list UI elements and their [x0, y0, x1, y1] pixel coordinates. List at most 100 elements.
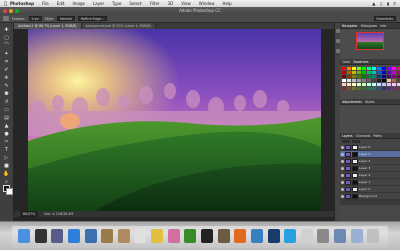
- feather-input[interactable]: 0 px: [28, 16, 42, 21]
- menu-file[interactable]: File: [42, 1, 49, 6]
- color-swatch[interactable]: [367, 87, 371, 90]
- menu-window[interactable]: Window: [199, 1, 215, 6]
- color-swatch[interactable]: [352, 71, 356, 74]
- color-swatch[interactable]: [342, 83, 346, 86]
- marquee-preset-icon[interactable]: [3, 16, 9, 21]
- opacity-input[interactable]: [352, 140, 360, 143]
- chrome-icon[interactable]: [300, 229, 313, 243]
- layer-row[interactable]: Background: [340, 193, 400, 200]
- color-swatch[interactable]: [347, 83, 351, 86]
- color-swatch[interactable]: [347, 75, 351, 78]
- documents-icon[interactable]: [350, 229, 363, 243]
- color-swatch[interactable]: [372, 79, 376, 82]
- visibility-eye-icon[interactable]: [341, 166, 344, 170]
- visibility-eye-icon[interactable]: [341, 173, 344, 177]
- workspace-select[interactable]: Essentials: [373, 16, 396, 21]
- menu-view[interactable]: View: [181, 1, 191, 6]
- layer-row[interactable]: Layer 1: [340, 179, 400, 186]
- color-swatch[interactable]: [362, 87, 366, 90]
- layer-mask-thumbnail[interactable]: [352, 165, 358, 171]
- menu-layer[interactable]: Layer: [93, 1, 104, 6]
- marquee-tool-icon[interactable]: ▢: [3, 35, 11, 41]
- spotlight-icon[interactable]: ⚲: [393, 1, 396, 6]
- visibility-eye-icon[interactable]: [341, 194, 344, 198]
- color-swatch[interactable]: [377, 67, 381, 70]
- menu-filter[interactable]: Filter: [150, 1, 160, 6]
- clone-stamp-tool-icon[interactable]: ⚉: [3, 91, 11, 97]
- spot-heal-tool-icon[interactable]: ✜: [3, 75, 11, 81]
- color-swatch[interactable]: [357, 67, 361, 70]
- menu-type[interactable]: Type: [112, 1, 121, 6]
- layer-mask-thumbnail[interactable]: [352, 158, 358, 164]
- downloads-icon[interactable]: [334, 229, 347, 243]
- layer-row[interactable]: Layer 6: [340, 144, 400, 151]
- menu-select[interactable]: Select: [129, 1, 141, 6]
- layer-mask-thumbnail[interactable]: [352, 179, 358, 185]
- move-tool-icon[interactable]: ✚: [3, 27, 11, 33]
- layer-row[interactable]: Layer 0: [340, 186, 400, 193]
- color-swatch[interactable]: [362, 67, 366, 70]
- color-swatch[interactable]: [377, 75, 381, 78]
- color-swatch[interactable]: [352, 87, 356, 90]
- character-panel-icon[interactable]: [335, 49, 340, 53]
- color-swatch[interactable]: [342, 87, 346, 90]
- system-prefs-icon[interactable]: [317, 229, 330, 243]
- color-swatch[interactable]: [367, 75, 371, 78]
- color-swatch[interactable]: [342, 67, 346, 70]
- crop-tool-icon[interactable]: ⌗: [3, 59, 11, 65]
- color-swatch[interactable]: [367, 79, 371, 82]
- dashboard-icon[interactable]: [34, 229, 47, 243]
- color-swatch[interactable]: [387, 87, 391, 90]
- menu-3d[interactable]: 3D: [168, 1, 174, 6]
- tab-layers[interactable]: Layers: [342, 134, 353, 138]
- color-swatch[interactable]: [367, 71, 371, 74]
- eraser-tool-icon[interactable]: ▭: [3, 107, 11, 113]
- tab-adjustments[interactable]: Adjustments: [342, 100, 362, 104]
- battery-icon[interactable]: ▮: [387, 1, 389, 6]
- layer-row[interactable]: Layer 2: [340, 172, 400, 179]
- color-swatch[interactable]: [382, 87, 386, 90]
- color-swatch[interactable]: [387, 71, 391, 74]
- color-swatch[interactable]: [362, 83, 366, 86]
- color-swatch[interactable]: [392, 67, 396, 70]
- tab-color[interactable]: Color: [342, 60, 350, 64]
- color-swatch[interactable]: [387, 67, 391, 70]
- type-tool-icon[interactable]: T: [3, 147, 11, 153]
- color-swatch[interactable]: [392, 71, 396, 74]
- history-panel-icon[interactable]: [335, 29, 340, 33]
- color-swatch[interactable]: [372, 67, 376, 70]
- pen-tool-icon[interactable]: ✑: [3, 139, 11, 145]
- layer-row[interactable]: Layer 4: [340, 158, 400, 165]
- document-canvas[interactable]: [28, 29, 321, 215]
- lasso-tool-icon[interactable]: ⌒: [3, 43, 11, 49]
- layer-mask-thumbnail[interactable]: [352, 144, 358, 150]
- minimize-icon[interactable]: [9, 9, 13, 13]
- tab-histogram[interactable]: Histogram: [361, 24, 378, 28]
- color-swatch[interactable]: [392, 83, 396, 86]
- tab-swatches[interactable]: Swatches: [353, 60, 368, 64]
- color-swatch[interactable]: [387, 79, 391, 82]
- dodge-tool-icon[interactable]: ●: [3, 131, 11, 137]
- zoom-icon[interactable]: [15, 9, 19, 13]
- menu-photoshop[interactable]: Photoshop: [10, 1, 34, 6]
- color-swatch[interactable]: [352, 67, 356, 70]
- color-swatch[interactable]: [387, 75, 391, 78]
- path-select-tool-icon[interactable]: ▷: [3, 155, 11, 161]
- menu-help[interactable]: Help: [223, 1, 232, 6]
- color-swatch[interactable]: [357, 87, 361, 90]
- wifi-icon[interactable]: ▲: [372, 1, 375, 6]
- layer-mask-thumbnail[interactable]: [352, 172, 358, 178]
- itunes-icon[interactable]: [167, 229, 180, 243]
- visibility-eye-icon[interactable]: [341, 159, 344, 163]
- color-swatch[interactable]: [372, 87, 376, 90]
- tab-paths[interactable]: Paths: [373, 134, 382, 138]
- color-swatch[interactable]: [342, 75, 346, 78]
- gradient-tool-icon[interactable]: ▤: [3, 115, 11, 121]
- color-swatch[interactable]: [357, 83, 361, 86]
- color-swatch[interactable]: [387, 83, 391, 86]
- layer-mask-thumbnail[interactable]: [352, 193, 358, 199]
- color-swatch[interactable]: [362, 71, 366, 74]
- layer-row[interactable]: Layer 3: [340, 165, 400, 172]
- color-swatch[interactable]: [357, 71, 361, 74]
- calendar-icon[interactable]: [134, 229, 147, 243]
